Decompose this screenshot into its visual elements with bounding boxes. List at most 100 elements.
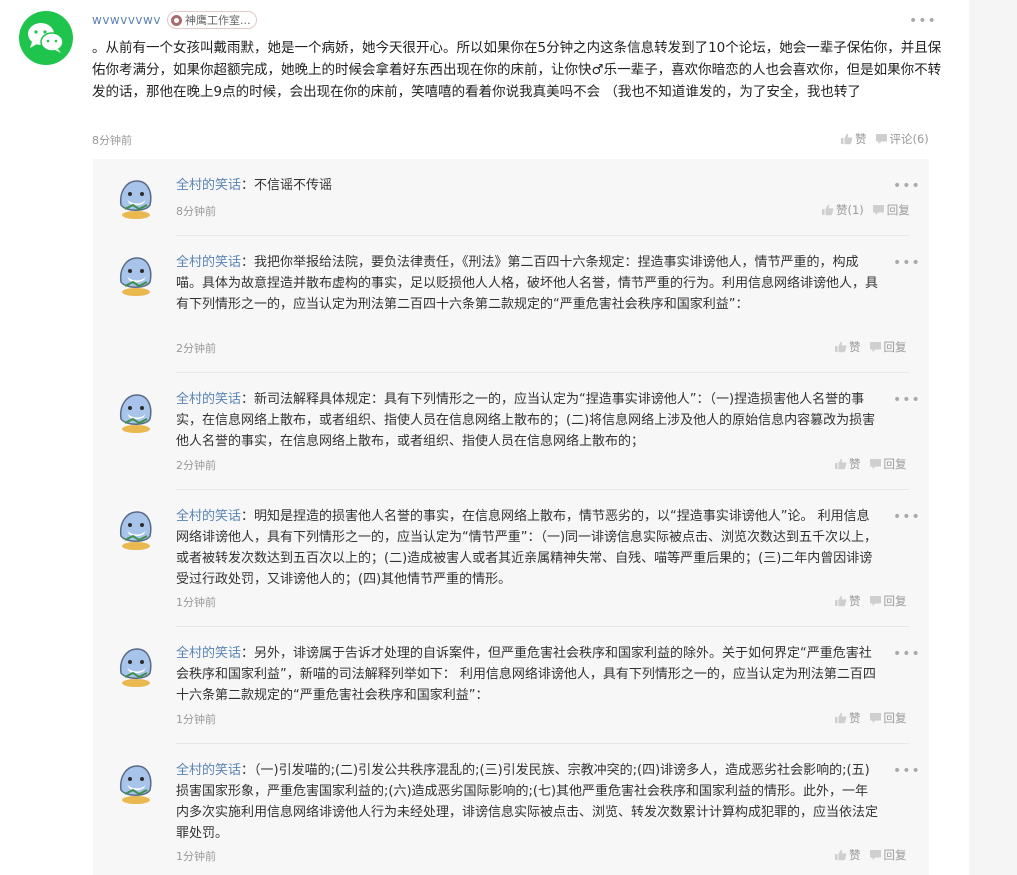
post-author[interactable]: wvwvvvwv: [92, 13, 161, 27]
thumbs-up-icon: [835, 712, 847, 724]
comment-time: 2分钟前: [176, 342, 216, 355]
comment-more-icon[interactable]: •••: [893, 179, 921, 193]
comment-author[interactable]: 全村的笑话: [176, 646, 241, 661]
comment-actions: 赞(1) 回复: [821, 202, 910, 218]
comment-item: 全村的笑话：另外，诽谤属于告诉才处理的自诉案件，但严重危害社会秩序和国家利益的除…: [93, 627, 929, 744]
comment-content: 我把你举报给法院，要负法律责任，《刑法》第二百四十六条规定：捏造事实诽谤他人，情…: [176, 255, 879, 312]
post-more-icon[interactable]: •••: [909, 14, 937, 28]
comment-like-label: 赞(1): [836, 203, 864, 217]
reply-bubble-icon: [869, 713, 881, 723]
comment-item: 全村的笑话：（一)引发喵的;(二)引发公共秩序混乱的;(三)引发民族、宗教冲突的…: [93, 744, 929, 875]
comment-content: （一)引发喵的;(二)引发公共秩序混乱的;(三)引发民族、宗教冲突的;(四)诽谤…: [176, 763, 879, 841]
cartoon-shark-avatar-icon[interactable]: [113, 175, 159, 221]
comment-reply-button[interactable]: 回复: [869, 710, 907, 726]
comment-time: 2分钟前: [176, 459, 216, 472]
comment-actions: 赞 回复: [834, 847, 907, 863]
comment-reply-button[interactable]: 回复: [869, 593, 907, 609]
comment-author[interactable]: 全村的笑话: [176, 763, 241, 778]
comment-like-button[interactable]: 赞: [834, 593, 861, 609]
thumbs-up-icon: [835, 458, 847, 470]
comment-time: 8分钟前: [176, 205, 216, 218]
comment-like-button[interactable]: 赞: [834, 710, 861, 726]
comment-content: 另外，诽谤属于告诉才处理的自诉案件，但严重危害社会秩序和国家利益的除外。关于如何…: [176, 646, 876, 703]
comment-like-label: 赞: [849, 340, 861, 354]
comment-like-button[interactable]: 赞: [834, 456, 861, 472]
comment-separator: ：: [241, 646, 255, 661]
right-gutter: [969, 0, 1017, 875]
comment-like-button[interactable]: 赞: [834, 847, 861, 863]
comment-more-icon[interactable]: •••: [893, 647, 921, 661]
comment-separator: ：: [241, 509, 255, 524]
comment-text: 全村的笑话：不信谣不传谣: [176, 175, 881, 196]
comments-section: 全村的笑话：不信谣不传谣 ••• 8分钟前 赞(1) 回复 全村的笑话：我把你举…: [93, 159, 929, 875]
comment-like-button[interactable]: 赞: [834, 339, 861, 355]
comment-reply-label: 回复: [883, 594, 907, 608]
wechat-logo-icon[interactable]: [19, 11, 73, 65]
thumbs-up-icon: [835, 595, 847, 607]
thumbs-up-icon: [835, 341, 847, 353]
comment-more-icon[interactable]: •••: [893, 764, 921, 778]
cartoon-shark-avatar-icon[interactable]: [113, 252, 159, 298]
comment-time: 1分钟前: [176, 713, 216, 726]
comment-more-icon[interactable]: •••: [893, 510, 921, 524]
comment-like-label: 赞: [849, 594, 861, 608]
comment-item: 全村的笑话：明知是捏造的损害他人名誉的事实，在信息网络上散布，情节恶劣的，以“捏…: [93, 490, 929, 627]
post-like-label: 赞: [855, 132, 867, 146]
cartoon-shark-avatar-icon[interactable]: [113, 506, 159, 552]
post-body: 。从前有一个女孩叫戴雨默，她是一个病娇，她今天很开心。所以如果你在5分钟之内这条…: [92, 40, 942, 100]
comment-like-label: 赞: [849, 848, 861, 862]
reply-bubble-icon: [869, 342, 881, 352]
comment-content: 新司法解释具体规定：具有下列情形之一的，应当认定为“捏造事实诽谤他人”：（一)捏…: [176, 392, 876, 449]
comment-item: 全村的笑话：新司法解释具体规定：具有下列情形之一的，应当认定为“捏造事实诽谤他人…: [93, 373, 929, 490]
comment-reply-button[interactable]: 回复: [869, 847, 907, 863]
comment-actions: 赞 回复: [834, 710, 907, 726]
post-comment-button[interactable]: 评论(6): [875, 131, 929, 147]
reply-bubble-icon: [869, 850, 881, 860]
post-header: wvwvvvwv 神鹰工作室...: [92, 10, 258, 30]
comment-item: 全村的笑话：不信谣不传谣 ••• 8分钟前 赞(1) 回复: [93, 159, 929, 236]
comment-reply-label: 回复: [883, 457, 907, 471]
comment-content: 明知是捏造的损害他人名誉的事实，在信息网络上散布，情节恶劣的，以“捏造事实诽谤他…: [176, 509, 878, 587]
comment-actions: 赞 回复: [834, 593, 907, 609]
comment-bubble-icon: [875, 134, 887, 144]
cartoon-shark-avatar-icon[interactable]: [113, 389, 159, 435]
comment-time: 1分钟前: [176, 596, 216, 609]
cartoon-shark-avatar-icon[interactable]: [113, 643, 159, 689]
comment-author[interactable]: 全村的笑话: [176, 509, 241, 524]
comment-text: 全村的笑话：我把你举报给法院，要负法律责任，《刑法》第二百四十六条规定：捏造事实…: [176, 252, 881, 315]
comment-time: 1分钟前: [176, 850, 216, 863]
comment-like-label: 赞: [849, 711, 861, 725]
comment-separator: ：: [241, 255, 255, 270]
comment-reply-label: 回复: [883, 711, 907, 725]
comment-text: 全村的笑话：另外，诽谤属于告诉才处理的自诉案件，但严重危害社会秩序和国家利益的除…: [176, 643, 881, 706]
comment-text: 全村的笑话：明知是捏造的损害他人名誉的事实，在信息网络上散布，情节恶劣的，以“捏…: [176, 506, 881, 590]
post-actions: 赞 评论(6): [840, 131, 929, 147]
reply-bubble-icon: [869, 596, 881, 606]
comment-like-button[interactable]: 赞(1): [821, 202, 864, 218]
comment-more-icon[interactable]: •••: [893, 393, 921, 407]
comment-item: 全村的笑话：我把你举报给法院，要负法律责任，《刑法》第二百四十六条规定：捏造事实…: [93, 236, 929, 373]
comment-reply-button[interactable]: 回复: [872, 202, 910, 218]
post-card: wvwvvvwv 神鹰工作室... ••• 。从前有一个女孩叫戴雨默，她是一个病…: [0, 0, 969, 875]
comment-author[interactable]: 全村的笑话: [176, 255, 241, 270]
comment-actions: 赞 回复: [834, 339, 907, 355]
comment-text: 全村的笑话：新司法解释具体规定：具有下列情形之一的，应当认定为“捏造事实诽谤他人…: [176, 389, 881, 452]
thumbs-up-icon: [841, 133, 853, 145]
post-like-button[interactable]: 赞: [840, 131, 867, 147]
reply-bubble-icon: [869, 459, 881, 469]
studio-badge[interactable]: 神鹰工作室...: [166, 11, 258, 29]
comment-separator: ：: [241, 392, 255, 407]
comment-author[interactable]: 全村的笑话: [176, 178, 241, 193]
badge-dot-icon: [170, 14, 182, 26]
reply-bubble-icon: [872, 205, 884, 215]
comment-reply-label: 回复: [886, 203, 910, 217]
post-comment-label: 评论(6): [889, 132, 929, 146]
comment-text: 全村的笑话：（一)引发喵的;(二)引发公共秩序混乱的;(三)引发民族、宗教冲突的…: [176, 760, 881, 844]
comment-reply-button[interactable]: 回复: [869, 456, 907, 472]
comment-author[interactable]: 全村的笑话: [176, 392, 241, 407]
cartoon-shark-avatar-icon[interactable]: [113, 760, 159, 806]
comment-reply-button[interactable]: 回复: [869, 339, 907, 355]
comment-separator: ：: [241, 178, 255, 193]
comment-more-icon[interactable]: •••: [893, 256, 921, 270]
thumbs-up-icon: [822, 204, 834, 216]
